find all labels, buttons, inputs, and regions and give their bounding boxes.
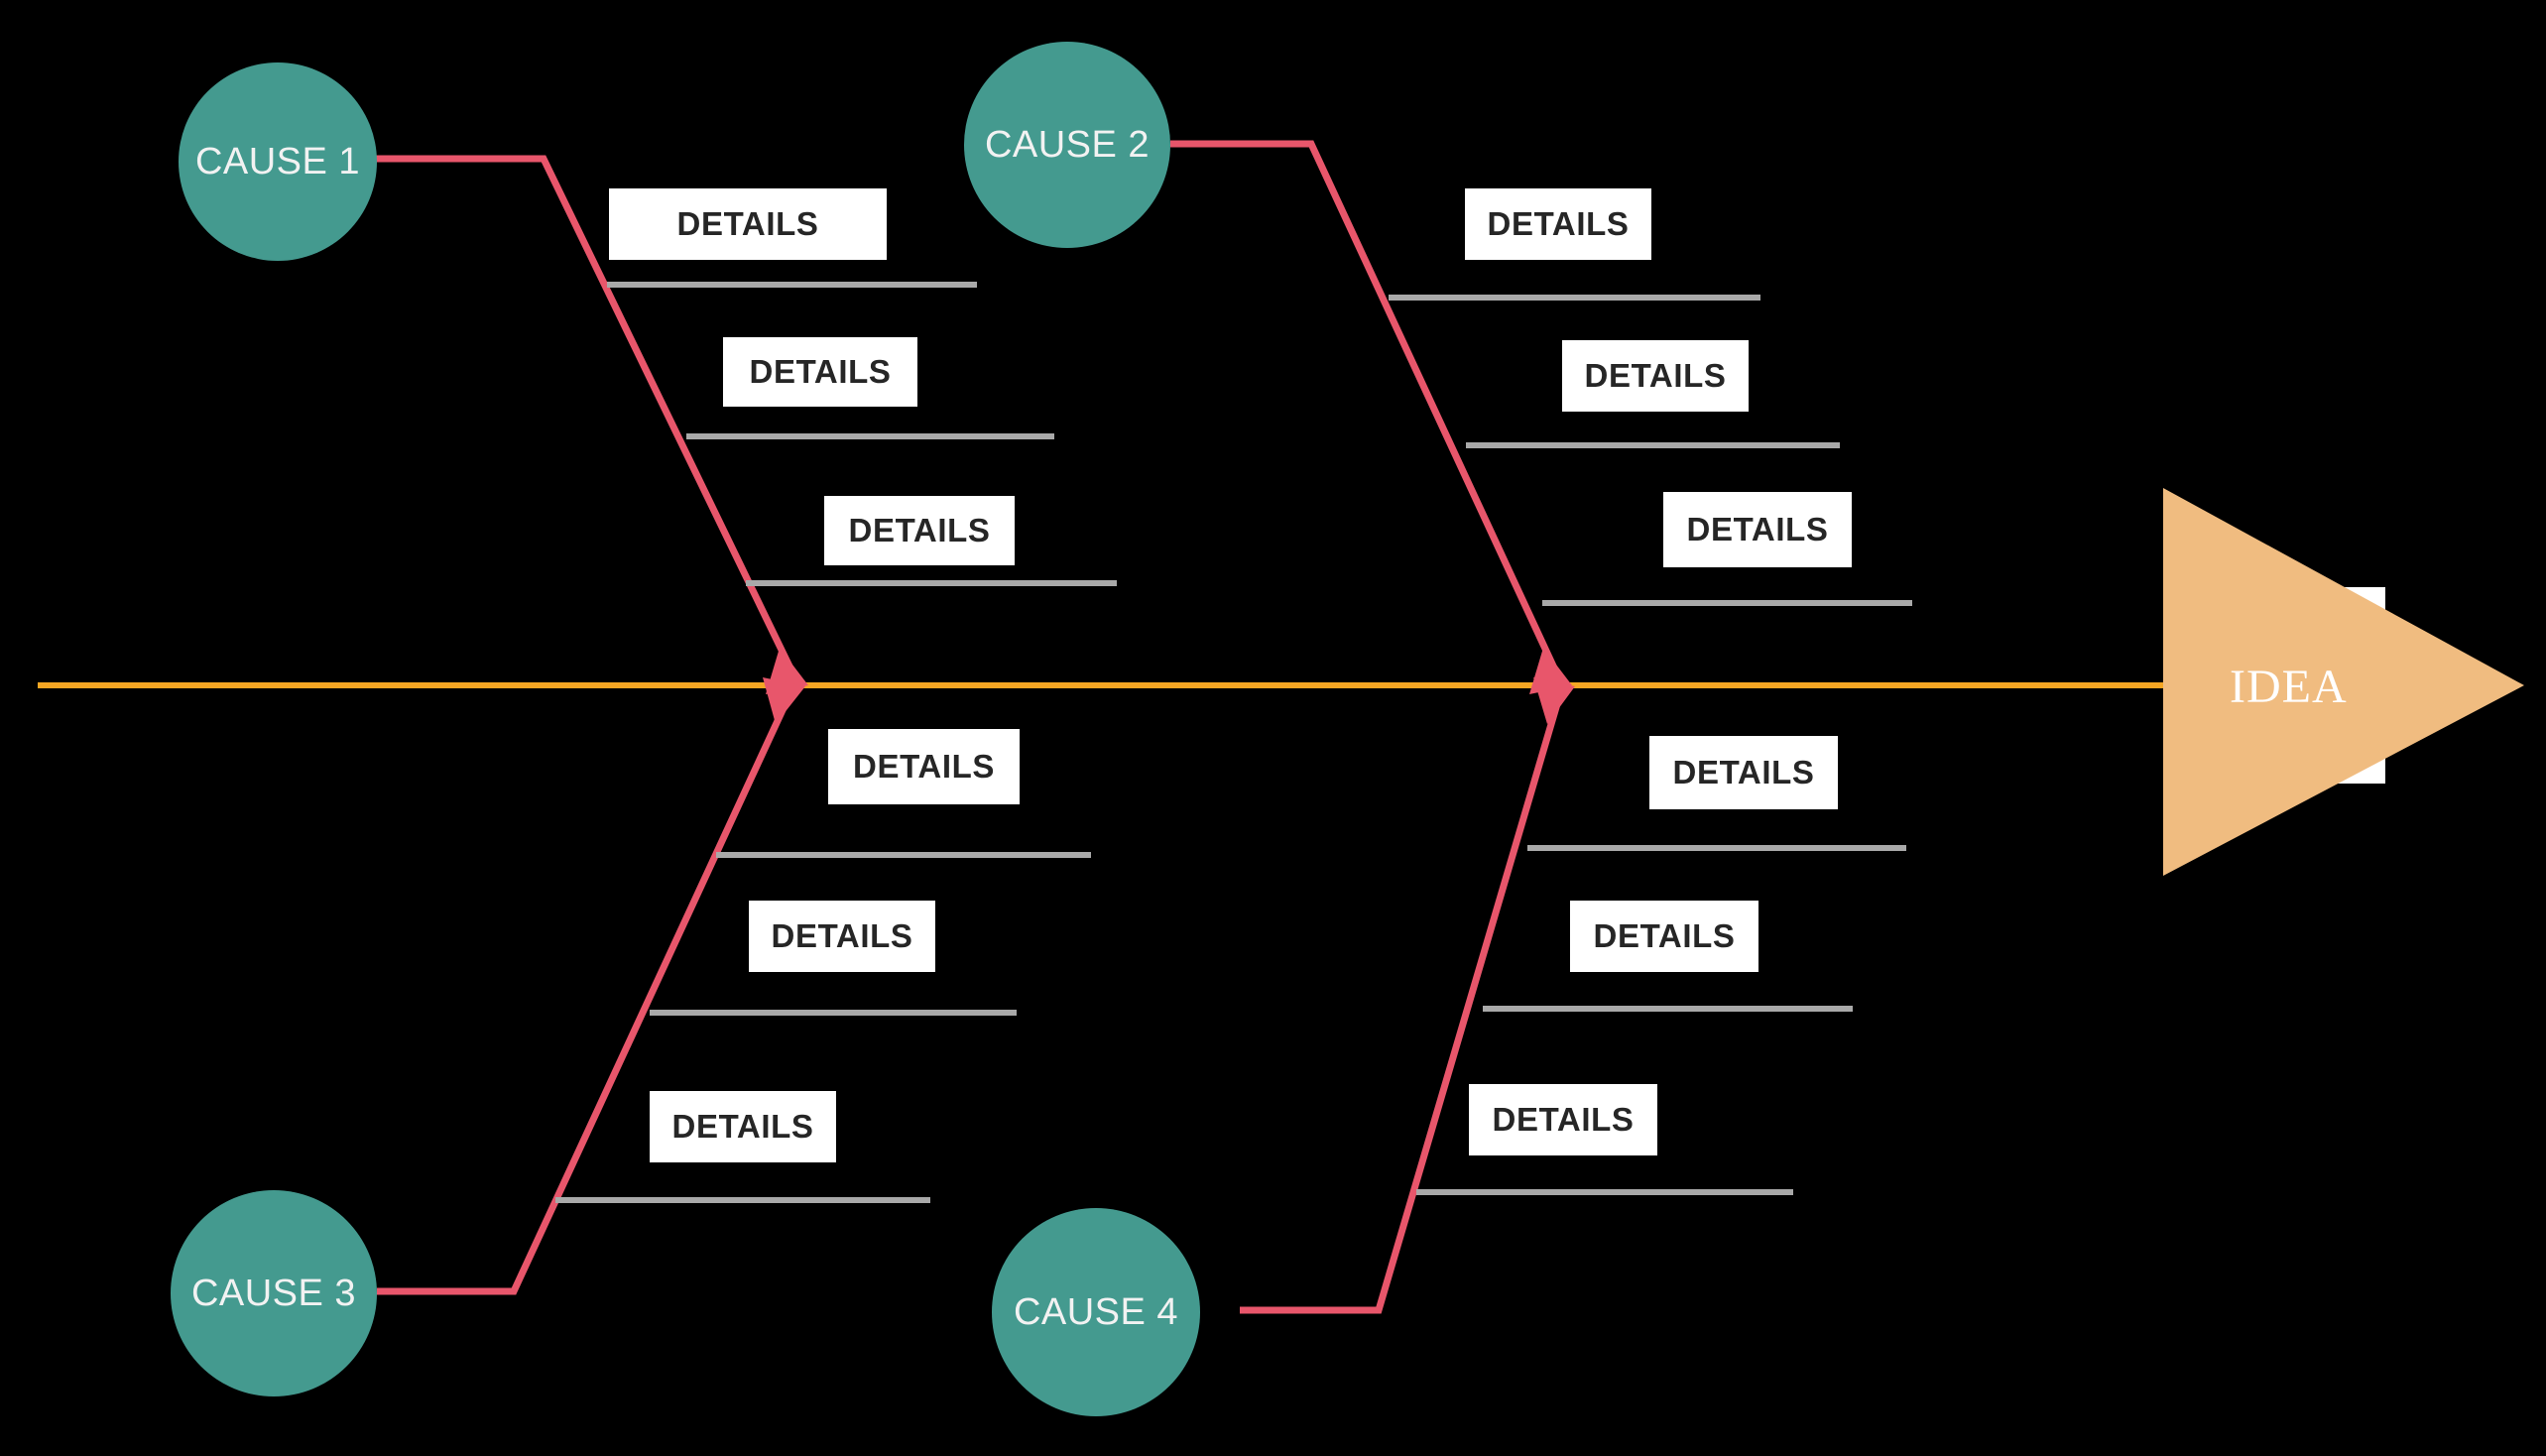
cause-node-3-label: CAUSE 3 (190, 1272, 357, 1314)
cause-node-2-label: CAUSE 2 (984, 123, 1151, 166)
diagram-connectors (38, 140, 2524, 1314)
detail-box-c1-3[interactable]: DETAILS (824, 496, 1015, 565)
cause-node-2[interactable]: CAUSE 2 (964, 42, 1170, 248)
cause-node-1-label: CAUSE 1 (194, 140, 361, 182)
detail-box-c1-1[interactable]: DETAILS (609, 188, 887, 260)
detail-box-label: DETAILS (771, 917, 913, 954)
detail-box-c4-2[interactable]: DETAILS (1570, 901, 1758, 972)
detail-box-c3-1[interactable]: DETAILS (828, 729, 1020, 804)
detail-box-c2-1[interactable]: DETAILS (1465, 188, 1651, 260)
bone-cause-4 (1240, 696, 1563, 1314)
detail-box-label: DETAILS (676, 205, 819, 242)
detail-box-label: DETAILS (848, 512, 991, 548)
detail-box-c3-2[interactable]: DETAILS (749, 901, 935, 972)
detail-box-c2-2[interactable]: DETAILS (1562, 340, 1749, 412)
detail-box-label: DETAILS (1686, 511, 1829, 547)
detail-box-label: DETAILS (1672, 754, 1815, 790)
cause-node-4-label: CAUSE 4 (1013, 1290, 1179, 1333)
cause-node-3[interactable]: CAUSE 3 (171, 1190, 377, 1396)
cause-node-1[interactable]: CAUSE 1 (179, 62, 377, 261)
detail-box-c1-2[interactable]: DETAILS (723, 337, 917, 407)
idea-label: IDEA (2230, 661, 2348, 713)
detail-box-label: DETAILS (1487, 205, 1630, 242)
detail-box-label: DETAILS (853, 748, 995, 785)
detail-box-label: DETAILS (749, 353, 892, 390)
detail-box-label: DETAILS (671, 1108, 814, 1145)
detail-box-label: DETAILS (1492, 1101, 1635, 1138)
detail-box-label: DETAILS (1593, 917, 1736, 954)
detail-box-label: DETAILS (1584, 357, 1727, 394)
cause-node-4[interactable]: CAUSE 4 (992, 1208, 1200, 1416)
detail-box-c3-3[interactable]: DETAILS (650, 1091, 836, 1162)
fishbone-diagram-canvas: CAUSE 1 CAUSE 2 CAUSE 3 CAUSE 4 DETAILS … (0, 0, 2546, 1456)
detail-box-c4-3[interactable]: DETAILS (1469, 1084, 1657, 1155)
detail-box-c2-3[interactable]: DETAILS (1663, 492, 1852, 567)
detail-box-c4-1[interactable]: DETAILS (1649, 736, 1838, 809)
